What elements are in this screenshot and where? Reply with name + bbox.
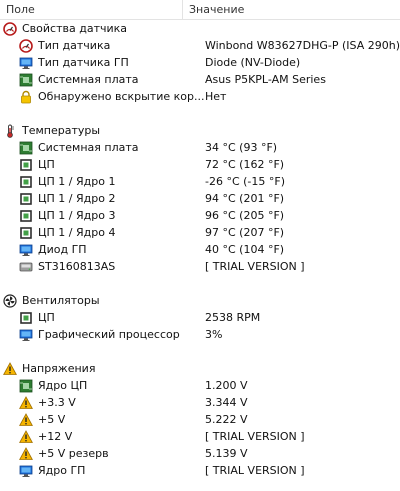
- item-value: 3%: [205, 328, 223, 341]
- item-label: ЦП: [38, 158, 55, 171]
- list-item-sensor-type[interactable]: Тип датчика Winbond W83627DHG-P (ISA 290…: [0, 37, 400, 54]
- item-value: 97 °C (207 °F): [205, 226, 285, 239]
- item-label: Тип датчика: [38, 39, 111, 52]
- list-item-volt-gpu-core[interactable]: Ядро ГП [ TRIAL VERSION ]: [0, 462, 400, 479]
- monitor-icon: [19, 56, 33, 70]
- list-item-temp-core3[interactable]: ЦП 1 / Ядро 3 96 °C (205 °F): [0, 207, 400, 224]
- item-label: Ядро ГП: [38, 464, 86, 477]
- item-label: Графический процессор: [38, 328, 180, 341]
- item-value: 3.344 V: [205, 396, 248, 409]
- item-value: 34 °C (93 °F): [205, 141, 278, 154]
- section-voltages[interactable]: Напряжения: [0, 360, 400, 377]
- item-value: 5.222 V: [205, 413, 248, 426]
- item-value: 40 °C (104 °F): [205, 243, 285, 256]
- item-label: +5 V: [38, 413, 66, 426]
- gauge-icon: [3, 22, 17, 36]
- disk-icon: [19, 260, 33, 274]
- item-value: -26 °C (-15 °F): [205, 175, 286, 188]
- item-value: [ TRIAL VERSION ]: [205, 430, 305, 443]
- chip-icon: [19, 379, 33, 393]
- item-label: +3.3 V: [38, 396, 76, 409]
- item-label: Диод ГП: [38, 243, 87, 256]
- column-header-value[interactable]: Значение: [183, 0, 400, 19]
- sensor-tree: Свойства датчика Тип датчика Winbond W83…: [0, 20, 400, 479]
- list-item-chassis-intrusion[interactable]: Обнаружено вскрытие кор... Нет: [0, 88, 400, 105]
- cpu-icon: [19, 311, 33, 325]
- item-label: Системная плата: [38, 141, 139, 154]
- list-item-temp-disk[interactable]: ST3160813AS [ TRIAL VERSION ]: [0, 258, 400, 275]
- section-fans[interactable]: Вентиляторы: [0, 292, 400, 309]
- item-label: +12 V: [38, 430, 73, 443]
- item-label: Обнаружено вскрытие кор...: [38, 90, 205, 103]
- list-item-temp-core2[interactable]: ЦП 1 / Ядро 2 94 °C (201 °F): [0, 190, 400, 207]
- item-value: [ TRIAL VERSION ]: [205, 464, 305, 477]
- list-item-temp-motherboard[interactable]: Системная плата 34 °C (93 °F): [0, 139, 400, 156]
- item-value: 2538 RPM: [205, 311, 261, 324]
- item-label: Тип датчика ГП: [38, 56, 129, 69]
- item-value: 96 °C (205 °F): [205, 209, 285, 222]
- cpu-icon: [19, 158, 33, 172]
- warning-icon: [19, 413, 33, 427]
- item-label: ЦП 1 / Ядро 3: [38, 209, 116, 222]
- item-label: ЦП: [38, 311, 55, 324]
- item-label: ЦП 1 / Ядро 4: [38, 226, 116, 239]
- item-value: 72 °C (162 °F): [205, 158, 285, 171]
- warning-icon: [3, 362, 17, 376]
- list-item-motherboard[interactable]: Системная плата Asus P5KPL-AM Series: [0, 71, 400, 88]
- item-label: Системная плата: [38, 73, 139, 86]
- item-value: [ TRIAL VERSION ]: [205, 260, 305, 273]
- item-value: Asus P5KPL-AM Series: [205, 73, 326, 86]
- list-item-fan-gpu[interactable]: Графический процессор 3%: [0, 326, 400, 343]
- list-item-temp-core1[interactable]: ЦП 1 / Ядро 1 -26 °C (-15 °F): [0, 173, 400, 190]
- section-temperatures[interactable]: Температуры: [0, 122, 400, 139]
- warning-icon: [19, 447, 33, 461]
- list-item-volt-5v[interactable]: +5 V 5.222 V: [0, 411, 400, 428]
- item-label: Ядро ЦП: [38, 379, 88, 392]
- item-value: 5.139 V: [205, 447, 248, 460]
- item-label: ЦП 1 / Ядро 1: [38, 175, 116, 188]
- chip-icon: [19, 141, 33, 155]
- cpu-icon: [19, 209, 33, 223]
- item-value: Winbond W83627DHG-P (ISA 290h): [204, 39, 400, 52]
- section-title: Вентиляторы: [22, 294, 100, 307]
- item-value: 1.200 V: [205, 379, 248, 392]
- list-item-temp-cpu[interactable]: ЦП 72 °C (162 °F): [0, 156, 400, 173]
- section-sensor-properties[interactable]: Свойства датчика: [0, 20, 400, 37]
- warning-icon: [19, 396, 33, 410]
- cpu-icon: [19, 175, 33, 189]
- item-value: Diode (NV-Diode): [205, 56, 301, 69]
- warning-icon: [19, 430, 33, 444]
- list-item-volt-3v3[interactable]: +3.3 V 3.344 V: [0, 394, 400, 411]
- list-item-temp-core4[interactable]: ЦП 1 / Ядро 4 97 °C (207 °F): [0, 224, 400, 241]
- thermometer-icon: [3, 124, 17, 138]
- item-label: ЦП 1 / Ядро 2: [38, 192, 116, 205]
- list-item-gpu-sensor-type[interactable]: Тип датчика ГП Diode (NV-Diode): [0, 54, 400, 71]
- section-title: Напряжения: [22, 362, 96, 375]
- chip-icon: [19, 73, 33, 87]
- column-header: Поле Значение: [0, 0, 400, 20]
- column-header-field[interactable]: Поле: [0, 0, 183, 19]
- list-item-volt-12v[interactable]: +12 V [ TRIAL VERSION ]: [0, 428, 400, 445]
- list-item-volt-5v-standby[interactable]: +5 V резерв 5.139 V: [0, 445, 400, 462]
- fan-icon: [3, 294, 17, 308]
- cpu-icon: [19, 226, 33, 240]
- section-title: Свойства датчика: [22, 22, 128, 35]
- item-label: ST3160813AS: [38, 260, 116, 273]
- section-title: Температуры: [22, 124, 101, 137]
- monitor-icon: [19, 328, 33, 342]
- list-item-volt-cpu-core[interactable]: Ядро ЦП 1.200 V: [0, 377, 400, 394]
- list-item-temp-gpu-diode[interactable]: Диод ГП 40 °C (104 °F): [0, 241, 400, 258]
- monitor-icon: [19, 464, 33, 478]
- list-item-fan-cpu[interactable]: ЦП 2538 RPM: [0, 309, 400, 326]
- lock-icon: [19, 90, 33, 104]
- monitor-icon: [19, 243, 33, 257]
- item-value: 94 °C (201 °F): [205, 192, 285, 205]
- item-label: +5 V резерв: [38, 447, 109, 460]
- item-value: Нет: [205, 90, 227, 103]
- gauge-icon: [19, 39, 33, 53]
- cpu-icon: [19, 192, 33, 206]
